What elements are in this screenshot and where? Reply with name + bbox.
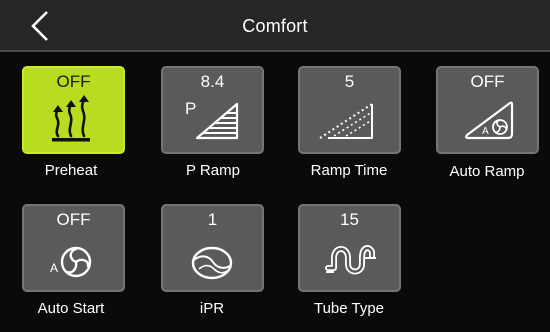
svg-text:P: P <box>185 99 196 118</box>
tile-auto-ramp[interactable]: OFF A <box>436 66 539 154</box>
heat-waves-icon <box>52 95 90 142</box>
tube-type-value: 15 <box>340 210 359 229</box>
auto-ramp-icon: A <box>465 101 514 140</box>
svg-text:A: A <box>482 126 489 137</box>
auto-start-label: Auto Start <box>37 300 105 317</box>
chevron-left-icon <box>31 11 48 41</box>
auto-start-value: OFF <box>56 210 91 229</box>
ipr-label: iPR <box>199 300 225 317</box>
tile-ipr[interactable]: 1 <box>161 204 264 292</box>
tile-auto-start[interactable]: OFF A <box>22 204 125 292</box>
p-ramp-value: 8.4 <box>200 72 225 91</box>
pressure-ramp-icon: P <box>185 99 239 140</box>
ramp-time-icon <box>319 103 373 139</box>
tile-preheat[interactable]: OFF <box>22 66 125 154</box>
ipr-value: 1 <box>207 210 218 229</box>
p-ramp-label: P Ramp <box>186 162 240 179</box>
auto-ramp-label: Auto Ramp <box>449 163 525 180</box>
comfort-screen: Comfort OFF Preheat 8.4 P P Ramp 5 Ramp … <box>0 0 550 332</box>
tile-ramp-time[interactable]: 5 <box>298 66 401 154</box>
tile-p-ramp[interactable]: 8.4 P <box>161 66 264 154</box>
back-button[interactable] <box>22 6 58 46</box>
auto-start-fan-icon: A <box>50 246 92 278</box>
ipr-icon <box>191 246 233 280</box>
ramp-time-label: Ramp Time <box>310 162 388 179</box>
tile-tube-type[interactable]: 15 <box>298 204 401 292</box>
preheat-value: OFF <box>56 72 91 91</box>
tube-icon <box>325 245 376 275</box>
auto-ramp-value: OFF <box>470 72 505 91</box>
page-title: Comfort <box>242 16 308 36</box>
header-bar: Comfort <box>0 0 550 52</box>
ramp-time-value: 5 <box>344 72 355 91</box>
tube-type-label: Tube Type <box>313 300 385 317</box>
svg-text:A: A <box>50 261 58 275</box>
preheat-label: Preheat <box>44 162 98 179</box>
